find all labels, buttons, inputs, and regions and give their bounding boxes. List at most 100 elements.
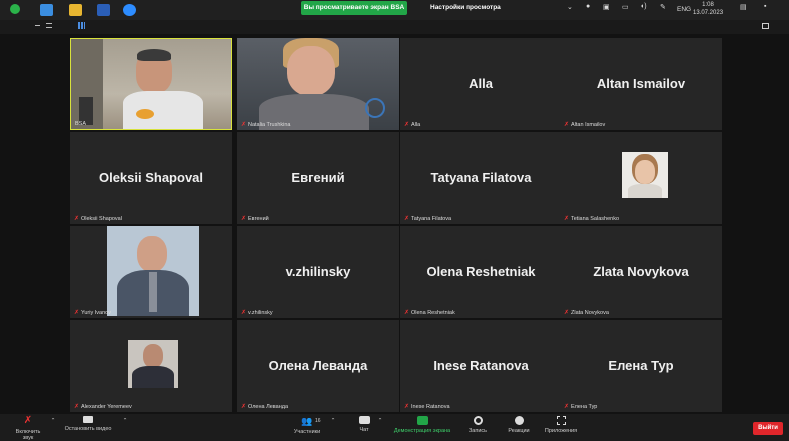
participant-display-name: Oleksii Shapoval [98,170,204,185]
app-icon-green[interactable] [10,4,20,14]
participant-label: ✗ Alexander Yeremeev [74,404,132,410]
participant-tile-evgeniy[interactable]: Евгений ✗ Евгений [237,132,399,224]
participant-tile-yuriy-ivanov[interactable]: ✗ Yuriy Ivanov [70,226,232,318]
chat-label: Чат [359,427,369,433]
exit-fullscreen-icon[interactable] [762,23,769,29]
meeting-subbar [0,20,789,34]
chat-options-chevron[interactable]: ⌃ [377,418,383,424]
tray-mic-icon[interactable]: ● [586,3,590,10]
tray-pen-icon[interactable]: ✎ [660,3,666,11]
leave-meeting-button[interactable]: Выйти [753,422,783,435]
participant-tile-inese-ratanova[interactable]: Inese Ratanova ✗ Inese Ratanova [400,320,562,412]
audio-options-chevron[interactable]: ⌃ [50,418,56,424]
overflow-icon[interactable]: ▪ [764,3,766,10]
participants-icon: 👥 [301,416,313,426]
participant-label: BSA [75,121,86,127]
participant-name-label: Олена Леванда [248,404,289,410]
participant-tile-altan-ismailov[interactable]: Altan Ismailov ✗ Altan Ismailov [560,38,722,130]
screen-share-banner[interactable]: Вы просматриваете экран BSA [301,1,407,15]
participant-label: ✗ Tetiana Salashenko [564,216,619,222]
chat-button[interactable]: Чат [352,416,376,433]
participant-name-label: Alexander Yeremeev [81,404,132,410]
tray-network-icon[interactable]: ▭ [622,3,629,11]
participant-grid: BSA ✗ Natalia Trushkina Alla ✗ Alla Alta… [70,38,722,414]
participant-name-label: Natalia Trushkina [248,122,291,128]
muted-mic-icon: ✗ [564,310,570,316]
participant-tile-oleksii-shapoval[interactable]: Oleksii Shapoval ✗ Oleksii Shapoval [70,132,232,224]
apps-label: Приложения [544,428,578,434]
muted-mic-icon: ✗ [564,122,570,128]
apps-button[interactable]: Приложения [542,416,580,434]
notification-icon[interactable]: ▤ [740,3,747,11]
language-indicator[interactable]: ENG [677,6,691,13]
participant-tile-olena-levanda[interactable]: Олена Леванда ✗ Олена Леванда [237,320,399,412]
clock[interactable]: 1:08 13.07.2023 [693,1,723,17]
participant-tile-olena-reshetniak[interactable]: Olena Reshetniak ✗ Olena Reshetniak [400,226,562,318]
participant-tile-elena-tur[interactable]: Елена Тур ✗ Елена Тур [560,320,722,412]
participant-label: ✗ Olena Reshetniak [404,310,455,316]
participant-tile-alla[interactable]: Alla ✗ Alla [400,38,562,130]
tray-chevron-icon[interactable]: ⌄ [567,3,573,11]
participant-tile-tatyana-filatova[interactable]: Tatyana Filatova ✗ Tatyana Filatova [400,132,562,224]
apps-icon [556,416,566,425]
record-button[interactable]: Запись [466,416,490,434]
view-options-menu[interactable]: Настройки просмотра ⌄ [430,1,508,25]
minimize-icon[interactable] [35,25,40,26]
chat-icon [358,416,370,424]
participant-tile-zlata-novykova[interactable]: Zlata Novykova ✗ Zlata Novykova [560,226,722,318]
participant-tile-natalia-trushkina[interactable]: ✗ Natalia Trushkina [237,38,399,130]
participant-display-name: Олена Леванда [268,358,368,373]
participant-label: ✗ Inese Ratanova [404,404,450,410]
muted-mic-icon: ✗ [404,216,410,222]
reactions-icon [514,416,524,425]
participant-tile-alexander-yeremeev[interactable]: ✗ Alexander Yeremeev [70,320,232,412]
muted-mic-icon: ✗ [241,122,247,128]
clock-time: 1:08 [702,2,714,8]
participant-name-label: Inese Ratanova [411,404,450,410]
participant-display-name: Елена Тур [608,358,674,373]
share-screen-button[interactable]: Демонстрация экрана [390,416,454,434]
participants-label: Участники [293,429,321,435]
stop-video-button[interactable]: Остановить видео [62,416,114,432]
participant-label: ✗ Yuriy Ivanov [74,310,111,316]
muted-mic-icon: ✗ [564,404,570,410]
stop-video-label: Остановить видео [64,426,112,432]
video-feed-natalia-trushkina [237,38,399,130]
unmute-label: Включить звук [15,429,41,441]
participant-label: ✗ Natalia Trushkina [241,122,291,128]
participant-label: ✗ Tatyana Filatova [404,216,451,222]
participant-tile-bsa[interactable]: BSA [70,38,232,130]
tray-screen-icon[interactable]: ▣ [603,3,610,11]
muted-mic-icon: ✗ [74,216,80,222]
video-options-chevron[interactable]: ⌃ [122,418,128,424]
clock-date: 13.07.2023 [693,10,724,16]
participant-label: ✗ v.zhilinsky [241,310,273,316]
participant-tile-tetiana-salashenko[interactable]: ✗ Tetiana Salashenko [560,132,722,224]
participant-label: ✗ Zlata Novykova [564,310,609,316]
windows-start-icon[interactable] [40,4,53,16]
participant-label: ✗ Олена Леванда [241,404,288,410]
muted-mic-icon: ✗ [74,404,80,410]
muted-mic-icon: ✗ [404,122,410,128]
participant-tile-v-zhilinsky[interactable]: v.zhilinsky ✗ v.zhilinsky [237,226,399,318]
participants-count: 16 [315,418,321,424]
participant-label: ✗ Altan Ismailov [564,122,605,128]
video-camera-icon [83,416,93,423]
participants-options-chevron[interactable]: ⌃ [330,418,336,424]
participant-name-label: Zlata Novykova [571,310,609,316]
file-explorer-icon[interactable] [69,4,82,16]
zoom-app-icon[interactable] [123,4,136,16]
participant-display-name: Olena Reshetniak [426,264,536,279]
gallery-view-icon[interactable] [78,22,85,29]
muted-mic-icon: ✗ [241,310,247,316]
participant-name-label: Tatyana Filatova [411,216,452,222]
word-icon[interactable] [97,4,110,16]
tray-volume-icon[interactable]: ◖) [640,3,647,10]
menu-icon[interactable] [46,23,52,28]
unmute-button[interactable]: ✗ Включить звук [10,416,46,441]
participant-name-label: v.zhilinsky [248,310,273,316]
participant-label: ✗ Alla [404,122,420,128]
share-screen-icon [416,416,428,425]
reactions-button[interactable]: Реакции [506,416,532,434]
muted-mic-icon: ✗ [404,404,410,410]
